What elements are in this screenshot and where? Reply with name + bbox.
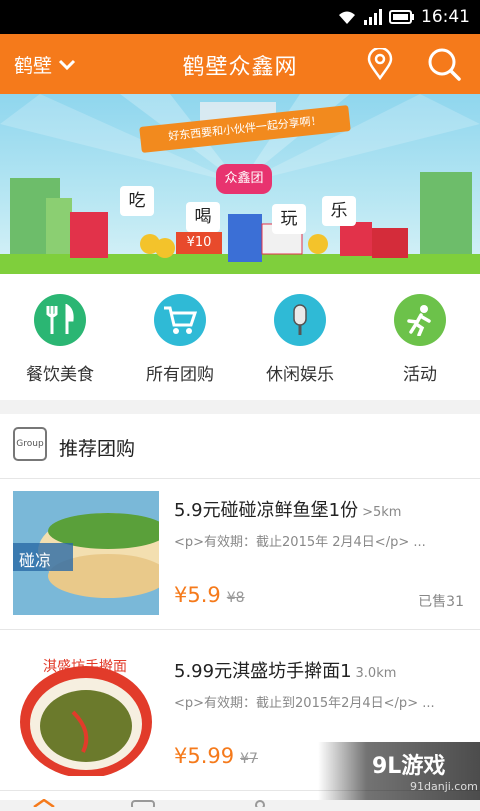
banner-word-eat: 吃 bbox=[120, 186, 154, 216]
section-title: 推荐团购 bbox=[59, 438, 136, 460]
group-icon: Group bbox=[13, 427, 47, 461]
search-icon bbox=[428, 48, 461, 81]
fork-knife-icon bbox=[34, 294, 86, 346]
deal-thumbnail-text: 碰凉 bbox=[19, 551, 52, 570]
status-bar: 16:41 bbox=[0, 0, 480, 34]
deal-thumbnail-text: 淇盛坊手擀面 bbox=[43, 659, 127, 675]
deal-title: 5.9元碰碰凉鲜鱼堡1份 >5km bbox=[174, 496, 401, 522]
banner-price-tag: ¥10 bbox=[176, 232, 222, 254]
category-activity[interactable]: 活动 bbox=[360, 294, 480, 385]
category-all-deals[interactable]: 所有团购 bbox=[120, 294, 240, 385]
deal-thumbnail: 碰凉 bbox=[13, 491, 159, 615]
watermark-sub: 91danji.com bbox=[410, 780, 478, 793]
deal-distance: >5km bbox=[362, 505, 402, 520]
category-all-deals-label: 所有团购 bbox=[146, 365, 214, 385]
deal-price: ¥5.9 bbox=[174, 583, 221, 607]
category-entertainment-label: 休闲娱乐 bbox=[266, 365, 334, 385]
bottom-tab-bar bbox=[0, 792, 318, 810]
deal-thumbnail: 淇盛坊手擀面 bbox=[13, 652, 159, 776]
microphone-icon bbox=[274, 294, 326, 346]
promo-banner[interactable]: 好东西要和小伙伴一起分享啊！ 吃 喝 玩 乐 众鑫团 ¥10 bbox=[0, 94, 480, 274]
battery-icon bbox=[389, 9, 415, 25]
search-button[interactable] bbox=[426, 46, 462, 82]
deal-description: <p>有效期：截止2015年 2月4日</p> ... bbox=[174, 535, 426, 550]
category-food[interactable]: 餐饮美食 bbox=[0, 294, 120, 385]
category-food-label: 餐饮美食 bbox=[26, 365, 94, 385]
watermark-main: 9L游戏 bbox=[372, 754, 446, 779]
deal-original-price: ¥8 bbox=[226, 590, 245, 606]
location-pin-icon bbox=[367, 48, 393, 80]
banner-word-play: 玩 bbox=[272, 204, 306, 234]
status-time: 16:41 bbox=[421, 7, 470, 27]
banner-word-drink: 喝 bbox=[186, 202, 220, 232]
site-watermark: 9L游戏 91danji.com bbox=[318, 742, 480, 800]
page-title: 鹤壁众鑫网 bbox=[182, 55, 298, 80]
deal-distance: 3.0km bbox=[355, 666, 397, 681]
category-activity-label: 活动 bbox=[403, 365, 437, 385]
signal-icon bbox=[363, 9, 383, 25]
category-entertainment[interactable]: 休闲娱乐 bbox=[240, 294, 360, 385]
deal-price-row: ¥5.9 ¥8 bbox=[174, 583, 245, 607]
runner-icon bbox=[394, 294, 446, 346]
location-button[interactable] bbox=[362, 46, 398, 82]
nearby-tab-icon bbox=[255, 800, 265, 810]
deal-sold-count: 已售31 bbox=[418, 594, 464, 610]
deal-price-row: ¥5.99 ¥7 bbox=[174, 744, 258, 768]
banner-word-fun: 乐 bbox=[322, 196, 356, 226]
banner-brand-tag: 众鑫团 bbox=[216, 164, 272, 194]
category-grid: 餐饮美食 所有团购 休闲娱乐 活动 bbox=[0, 274, 480, 400]
home-tab-icon bbox=[33, 798, 55, 809]
deals-tab-icon bbox=[131, 800, 155, 810]
section-header: Group 推荐团购 bbox=[0, 414, 480, 479]
deal-title: 5.99元淇盛坊手擀面1 3.0km bbox=[174, 657, 396, 683]
deal-price: ¥5.99 bbox=[174, 744, 235, 768]
deal-title-text: 5.9元碰碰凉鲜鱼堡1份 bbox=[174, 500, 359, 521]
app-header: 鹤壁 鹤壁众鑫网 bbox=[0, 34, 480, 94]
cart-icon bbox=[154, 294, 206, 346]
wifi-icon bbox=[337, 9, 357, 25]
deal-list-item[interactable]: 碰凉 5.9元碰碰凉鲜鱼堡1份 >5km <p>有效期：截止2015年 2月4日<… bbox=[0, 479, 480, 630]
deal-title-text: 5.99元淇盛坊手擀面1 bbox=[174, 661, 352, 682]
deal-original-price: ¥7 bbox=[240, 751, 258, 767]
deal-description: <p>有效期：截止到2015年2月4日</p> ... bbox=[174, 696, 435, 711]
